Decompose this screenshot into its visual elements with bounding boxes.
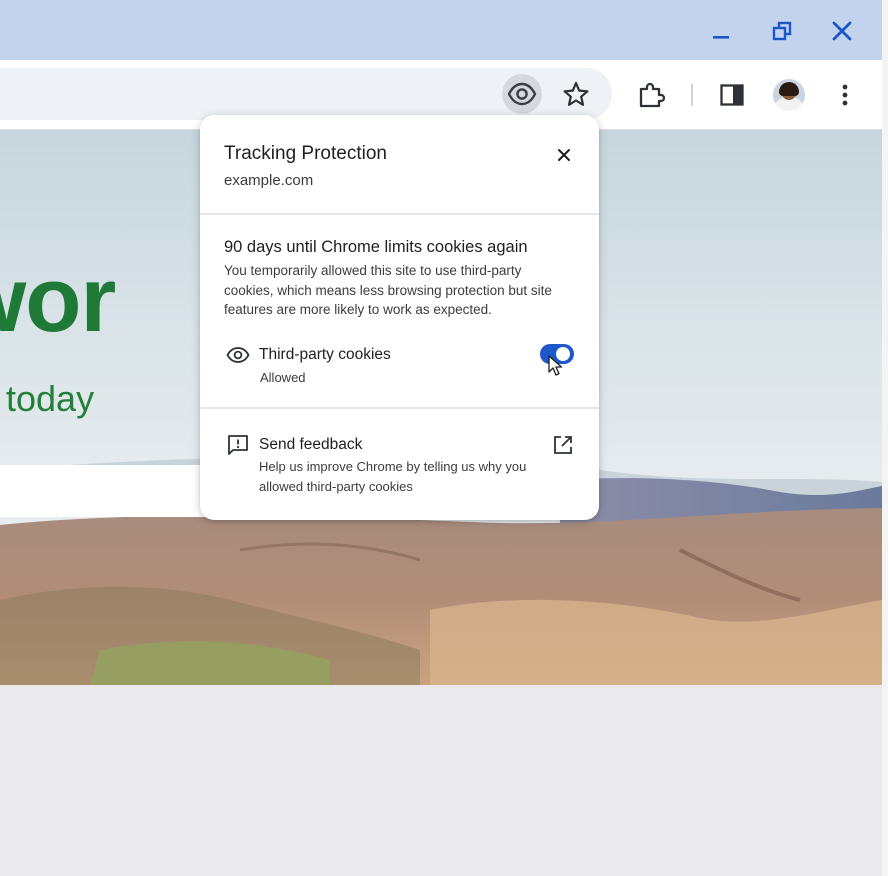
open-in-new-icon (554, 436, 572, 454)
toolbar-separator (691, 84, 693, 106)
close-icon (558, 149, 570, 161)
eye-icon (507, 82, 537, 106)
hero-subtitle: today (6, 378, 95, 419)
more-menu-button[interactable] (826, 76, 864, 114)
title-bar (0, 0, 882, 60)
mouse-cursor-icon (548, 355, 563, 376)
tracking-protection-popup: Tracking Protection example.com 90 days … (200, 115, 599, 520)
popup-divider (200, 407, 599, 409)
popup-divider (200, 213, 599, 215)
minimize-button[interactable] (704, 14, 738, 48)
profile-avatar[interactable] (773, 79, 805, 111)
more-vert-icon (842, 84, 848, 106)
eye-icon (226, 343, 250, 367)
restore-icon (772, 21, 792, 41)
send-feedback-link[interactable]: Send feedback (259, 436, 362, 454)
third-party-cookies-label: Third-party cookies (259, 346, 391, 363)
feedback-icon (226, 433, 250, 457)
close-window-button[interactable] (825, 14, 859, 48)
address-bar[interactable] (0, 68, 612, 120)
side-panel-icon (720, 84, 744, 106)
tracking-protection-button[interactable] (502, 74, 542, 114)
window-edge (882, 0, 888, 876)
restore-button[interactable] (765, 14, 799, 48)
bookmark-button[interactable] (556, 74, 596, 114)
star-icon (563, 81, 589, 106)
extensions-icon (639, 82, 665, 108)
hero-title: e wor (0, 249, 116, 351)
third-party-cookies-status: Allowed (260, 370, 306, 385)
extensions-button[interactable] (632, 76, 670, 114)
cookies-limit-heading: 90 days until Chrome limits cookies agai… (224, 238, 528, 256)
popup-site-url: example.com (224, 172, 314, 189)
minimize-icon (713, 36, 729, 39)
side-panel-button[interactable] (713, 76, 751, 114)
popup-title: Tracking Protection (224, 143, 387, 164)
popup-close-button[interactable] (550, 141, 578, 169)
open-external-button[interactable] (551, 433, 575, 457)
close-icon (832, 21, 852, 41)
send-feedback-description: Help us improve Chrome by telling us why… (259, 459, 527, 494)
cookies-limit-description: You temporarily allowed this site to use… (224, 263, 552, 317)
